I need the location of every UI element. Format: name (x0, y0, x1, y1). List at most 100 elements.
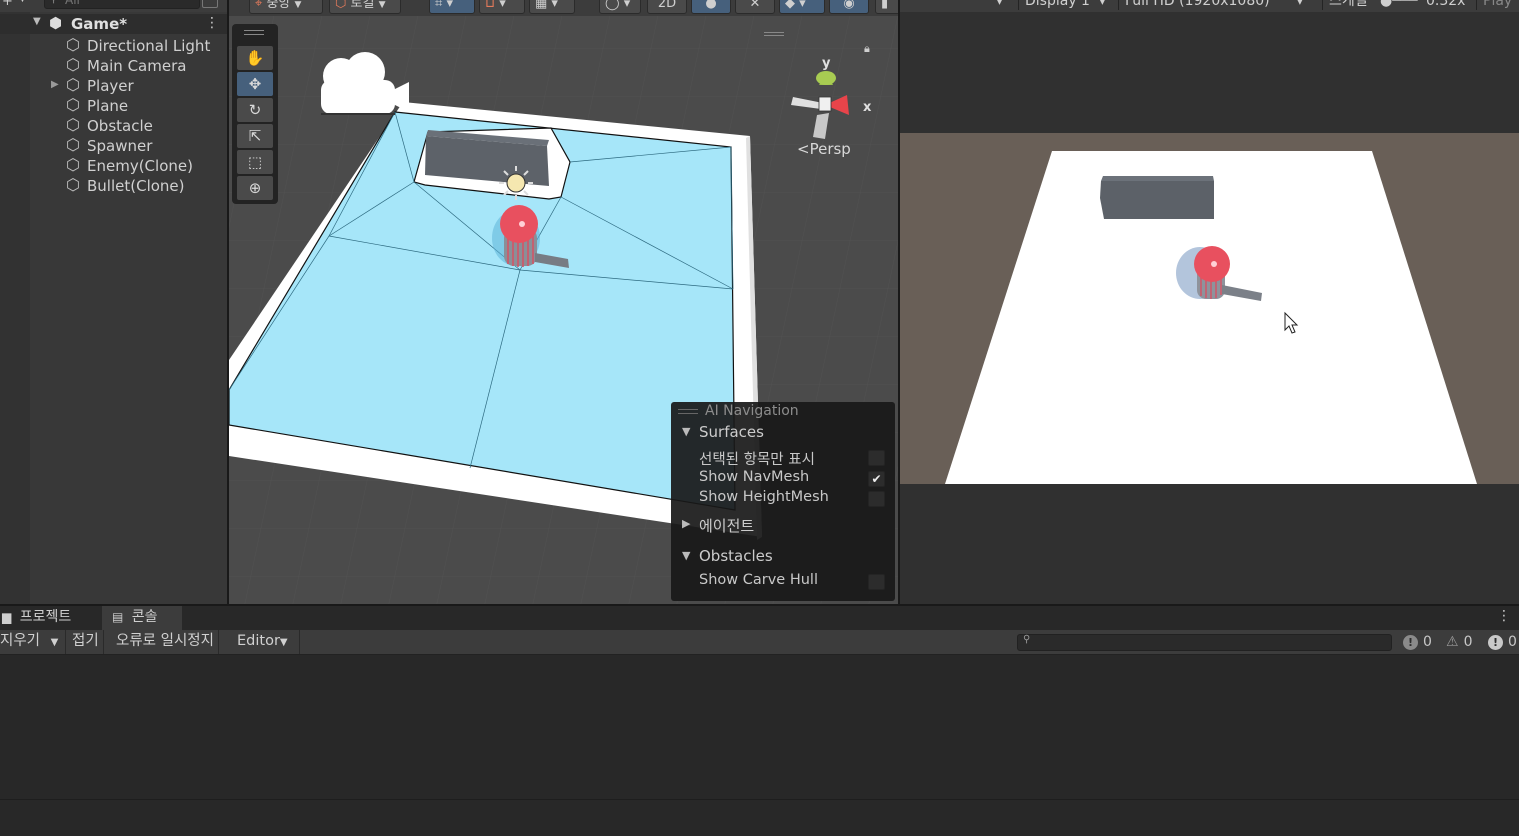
section-obstacles[interactable]: ▼ Obstacles (671, 546, 895, 568)
hierarchy-item-label: Spawner (87, 137, 153, 155)
gizmo-neg-y-cone[interactable] (813, 113, 829, 139)
checkmark-icon: ✔ (871, 472, 882, 486)
audio-mute-icon: ✕ (749, 0, 761, 11)
hierarchy-item[interactable]: ⬡ Enemy(Clone) (0, 156, 227, 176)
scene-visibility-toggle[interactable]: ◉ (829, 0, 869, 14)
ai-navigation-title: AI Navigation (705, 403, 799, 419)
hierarchy-item-label: Obstacle (87, 117, 153, 135)
chevron-down-icon[interactable]: ▼ (19, 0, 26, 4)
chevron-down-icon[interactable]: ▾ (996, 0, 1003, 10)
audio-toggle[interactable]: ✕ (735, 0, 775, 14)
checkbox-show-selected-only[interactable] (868, 450, 885, 466)
scale-slider[interactable]: ●─── (1380, 0, 1418, 10)
console-log-list[interactable] (0, 656, 1519, 799)
hierarchy-item[interactable]: ⬡ Obstacle (0, 116, 227, 136)
scale-icon: ⇱ (248, 127, 262, 145)
hierarchy-item[interactable]: ▶ ⬡ Player (0, 76, 227, 96)
toggle-2d-button[interactable]: 2D (647, 0, 687, 14)
option-label: 선택된 항목만 표시 (699, 452, 815, 468)
game-viewport[interactable] (900, 133, 1519, 484)
pivot-mode-dropdown[interactable]: ⌖ 중앙 ▼ (249, 0, 323, 14)
play-mode-dropdown[interactable]: Play (1476, 0, 1512, 10)
fold-down-icon: ▼ (682, 425, 691, 438)
option-show-selected-only[interactable]: 선택된 항목만 표시 (671, 448, 895, 468)
rotate-tool-button[interactable]: ↻ (237, 98, 273, 122)
grid-snap-toggle[interactable]: ⌗ ▾ (429, 0, 475, 14)
hierarchy-options-button[interactable] (202, 0, 218, 8)
transform-icon: ⊕ (248, 179, 262, 197)
space-mode-dropdown[interactable]: ⬡ 로컬 ▼ (329, 0, 401, 14)
error-count-toggle[interactable]: ! 0 (1488, 632, 1517, 652)
chevron-left-icon: < (797, 140, 810, 158)
error-pause-toggle[interactable]: 오류로 일시정지 (112, 630, 219, 654)
display-dropdown[interactable]: Display 1 ▾ (1018, 0, 1106, 10)
projection-toggle[interactable]: <Persp (797, 140, 851, 158)
effects-toggle[interactable]: ◆ ▾ (779, 0, 825, 14)
gizmo-neg-x-cone[interactable] (791, 97, 823, 109)
option-show-navmesh[interactable]: Show NavMesh ✔ (671, 469, 895, 489)
draw-mode-dropdown[interactable]: ◯ ▾ (599, 0, 641, 14)
hierarchy-search-input[interactable]: All (44, 0, 200, 9)
scale-tool-button[interactable]: ⇱ (237, 124, 273, 148)
checkbox-show-navmesh[interactable]: ✔ (868, 471, 885, 487)
tab-project[interactable]: ▆ 프로젝트 (0, 606, 100, 630)
increment-snap-toggle[interactable]: ⊔ ▾ (479, 0, 525, 14)
status-bar (0, 799, 1519, 836)
section-surfaces[interactable]: ▼ Surfaces (671, 422, 895, 444)
search-icon: ⚲ (1023, 634, 1031, 645)
clear-button[interactable]: 지우기 ▼ (0, 630, 66, 654)
rect-transform-icon: ⬚ (247, 153, 263, 171)
gameobject-cube-icon: ⬡ (66, 115, 80, 134)
tab-console[interactable]: ▤ 콘솔 (102, 606, 182, 630)
game-view[interactable]: ▾ Display 1 ▾ Full HD (1920x1080) ▾ 스케일 … (900, 0, 1519, 604)
editor-dropdown[interactable]: Editor▼ (233, 630, 300, 654)
editor-label: Editor (237, 633, 280, 649)
scene-view[interactable]: ⌖ 중앙 ▼ ⬡ 로컬 ▼ ⌗ ▾ ⊔ ▾ ▦ ▾ ◯ ▾ 2D ● ✕ ◆ ▾… (229, 0, 898, 604)
resolution-dropdown[interactable]: Full HD (1920x1080) ▾ (1118, 0, 1303, 10)
scene-row[interactable]: ▼ ⬢ Game* ⋮ (0, 14, 227, 34)
tab-label: 콘솔 (131, 609, 158, 625)
gameobject-cube-icon: ⬡ (66, 55, 80, 74)
more-menu-icon[interactable]: ⋮ (1497, 608, 1511, 624)
fold-right-icon[interactable]: ▶ (51, 79, 59, 90)
console-icon: ▤ (112, 610, 124, 624)
shading-sphere-icon: ◯ (605, 0, 620, 11)
console-search-input[interactable]: ⚲ (1017, 634, 1392, 651)
lighting-toggle[interactable]: ● (691, 0, 731, 14)
hierarchy-item[interactable]: ⬡ Plane (0, 96, 227, 116)
chevron-down-icon: ▼ (279, 637, 288, 648)
option-label: Show Carve Hull (699, 572, 818, 588)
warning-count-toggle[interactable]: ⚠ 0 (1446, 632, 1472, 652)
checkbox-show-heightmesh[interactable] (868, 491, 885, 507)
hierarchy-item-label: Bullet(Clone) (87, 177, 185, 195)
scene-name: Game* (71, 15, 128, 33)
move-tool-button[interactable]: ✥ (237, 72, 273, 96)
add-object-button[interactable]: + (2, 0, 13, 9)
grid-visibility-toggle[interactable]: ▦ ▾ (529, 0, 575, 14)
hierarchy-item[interactable]: ⬡ Bullet(Clone) (0, 176, 227, 196)
info-icon: ! (1403, 635, 1418, 650)
more-menu-icon[interactable]: ⋮ (205, 15, 219, 31)
gizmos-toggle[interactable]: ▮ (875, 0, 898, 14)
rect-tool-button[interactable]: ⬚ (237, 150, 273, 174)
hierarchy-item[interactable]: ⬡ Spawner (0, 136, 227, 156)
warning-count: 0 (1463, 634, 1473, 650)
drag-handle-icon[interactable] (678, 409, 698, 414)
scale-value: 0.32x (1426, 0, 1466, 9)
option-show-heightmesh[interactable]: Show HeightMesh (671, 489, 895, 509)
hierarchy-toolbar: + ▼ All ⚲ (0, 0, 227, 12)
collapse-toggle[interactable]: 접기 (68, 630, 104, 654)
option-show-carve-hull[interactable]: Show Carve Hull (671, 572, 895, 592)
hierarchy-item[interactable]: ⬡ Directional Light (0, 36, 227, 56)
section-agents[interactable]: ▶ 에이전트 (671, 514, 895, 536)
projection-label: Persp (809, 140, 851, 158)
hierarchy-item[interactable]: ⬡ Main Camera (0, 56, 227, 76)
chevron-down-icon[interactable]: ▼ (51, 637, 59, 648)
checkbox-show-carve-hull[interactable] (868, 574, 885, 590)
log-count-toggle[interactable]: ! 0 (1403, 632, 1432, 652)
fold-down-icon[interactable]: ▼ (33, 16, 41, 27)
transform-tool-button[interactable]: ⊕ (237, 176, 273, 200)
drag-handle-icon[interactable] (244, 30, 264, 35)
chevron-down-icon: ▼ (378, 0, 386, 10)
hand-tool-button[interactable]: ✋ (237, 46, 273, 70)
